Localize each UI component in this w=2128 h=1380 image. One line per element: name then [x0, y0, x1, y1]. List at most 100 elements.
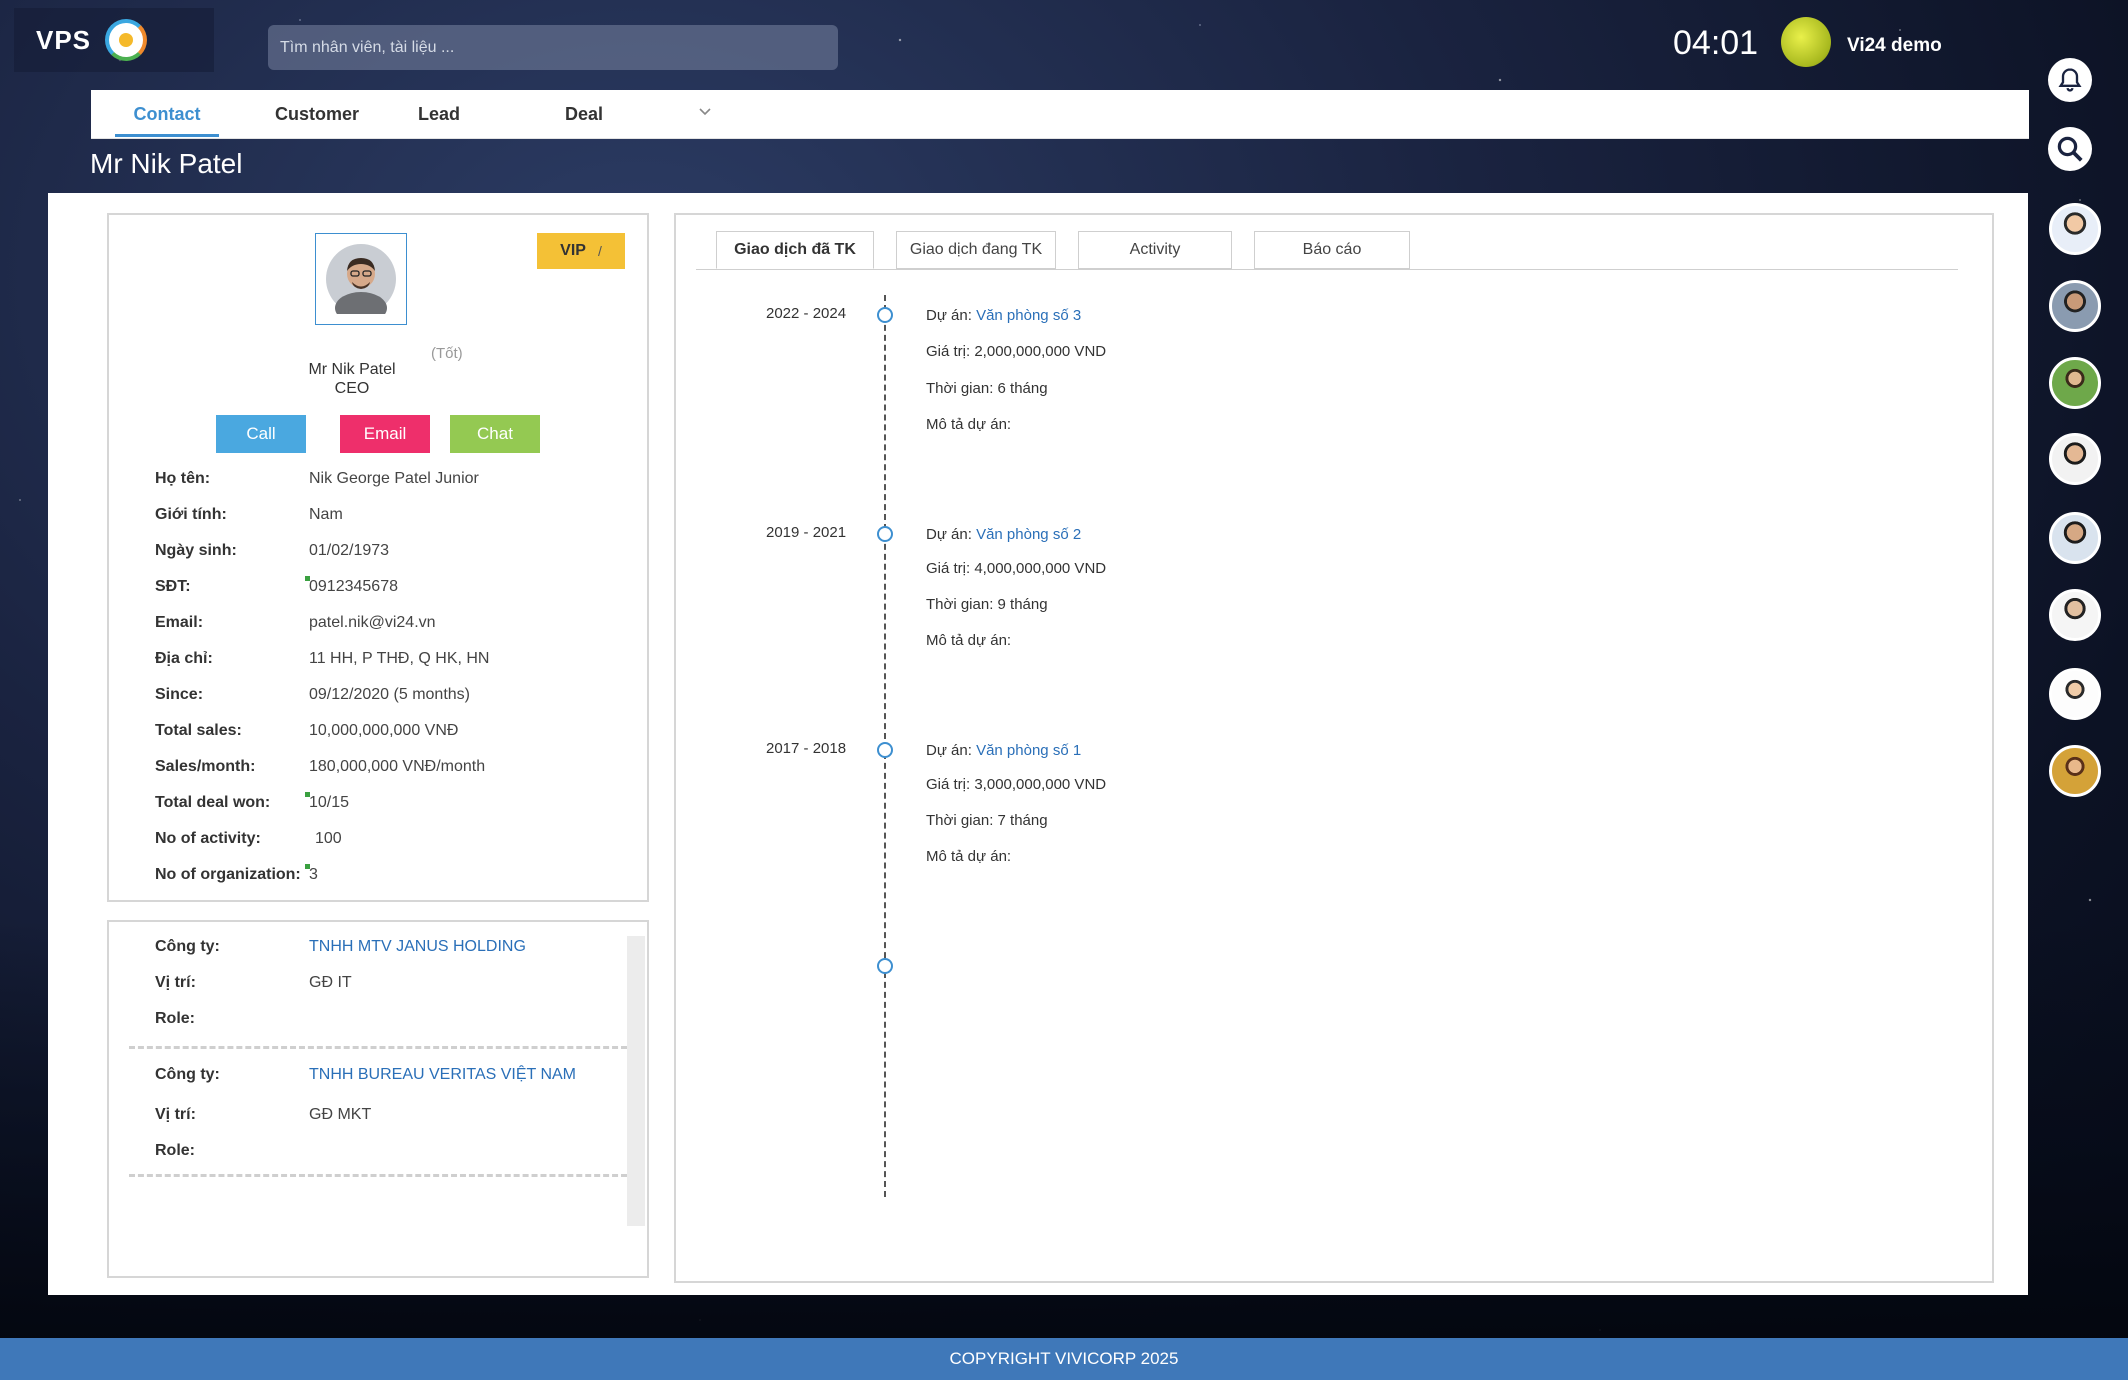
- timeline-value: Giá trị: 4,000,000,000 VND: [926, 560, 1107, 577]
- contact-avatar[interactable]: [2049, 280, 2101, 332]
- contact-avatar[interactable]: [2049, 512, 2101, 564]
- logo-text: VPS: [36, 24, 92, 55]
- user-avatar[interactable]: [1781, 17, 1831, 67]
- module-tabs: Contact Customer Lead Deal: [91, 90, 2029, 139]
- field-label: SĐT:: [155, 578, 191, 595]
- tab-label: Activity: [1129, 241, 1181, 258]
- field-value: 09/12/2020 (5 months): [309, 686, 470, 703]
- company-link[interactable]: TNHH BUREAU VERITAS VIỆT NAM: [309, 1066, 576, 1084]
- timeline-value: Giá trị: 2,000,000,000 VND: [926, 343, 1107, 360]
- app-logo[interactable]: VPS: [14, 8, 214, 72]
- timeline-duration: Thời gian: 9 tháng: [926, 596, 1048, 613]
- tab-label: Contact: [133, 104, 201, 124]
- timeline-dot: [877, 742, 893, 758]
- tab-completed-deals[interactable]: Giao dịch đã TK: [716, 231, 874, 269]
- project-link[interactable]: Văn phòng số 2: [976, 526, 1081, 543]
- vip-label: VIP: [560, 242, 586, 259]
- chevron-down-icon[interactable]: [695, 102, 715, 122]
- field-label: Họ tên:: [155, 470, 211, 487]
- edit-icon[interactable]: /: [598, 243, 602, 259]
- edit-marker: [305, 792, 310, 797]
- profile-photo[interactable]: [315, 233, 407, 325]
- field-label: Total deal won:: [155, 794, 271, 811]
- tab-lead[interactable]: Lead: [404, 90, 474, 139]
- main-content: VIP / (Tốt) Mr Nik Patel CEO Call Email …: [48, 193, 2028, 1295]
- logo-icon: [105, 19, 148, 61]
- tab-contact[interactable]: Contact: [115, 90, 219, 139]
- field-label: Since:: [155, 686, 204, 703]
- field-label: Công ty:: [155, 938, 220, 955]
- project-link[interactable]: Văn phòng số 1: [976, 742, 1081, 759]
- field-value: Nik George Patel Junior: [309, 470, 479, 487]
- field-label: No of activity:: [155, 830, 261, 847]
- field-label: No of organization:: [155, 866, 301, 883]
- field-value: 10,000,000,000 VNĐ: [309, 722, 459, 739]
- contact-avatar[interactable]: [2049, 203, 2101, 255]
- vip-badge[interactable]: VIP /: [537, 233, 625, 269]
- scrollbar[interactable]: [627, 936, 645, 1226]
- timeline-period: 2019 - 2021: [766, 524, 847, 541]
- field-label: Ngày sinh:: [155, 542, 237, 559]
- top-bar: VPS 04:01 Vi24 demo: [0, 0, 2128, 88]
- field-value: GĐ IT: [309, 974, 352, 991]
- field-label: Dự án:: [926, 742, 972, 759]
- contact-title: CEO: [334, 380, 370, 397]
- field-label: Sales/month:: [155, 758, 256, 775]
- timeline-project: Dự án: Văn phòng số 3: [926, 307, 1081, 324]
- email-button[interactable]: Email: [340, 415, 430, 453]
- footer: COPYRIGHT VIVICORP 2025: [0, 1338, 2128, 1380]
- divider: [129, 1174, 627, 1177]
- contact-name: Mr Nik Patel: [308, 361, 396, 378]
- tab-label: Giao dịch đã TK: [734, 241, 856, 258]
- contact-avatar[interactable]: [2049, 668, 2101, 720]
- timeline-description: Mô tả dự án:: [926, 416, 1012, 433]
- field-value: GĐ MKT: [309, 1106, 372, 1123]
- field-value: 180,000,000 VNĐ/month: [309, 758, 486, 775]
- tab-ongoing-deals[interactable]: Giao dịch đang TK: [896, 231, 1056, 269]
- company-link[interactable]: TNHH MTV JANUS HOLDING: [309, 938, 526, 956]
- field-label: Total sales:: [155, 722, 242, 739]
- edit-marker: [305, 864, 310, 869]
- user-name[interactable]: Vi24 demo: [1847, 35, 1942, 57]
- transaction-panel: Giao dịch đã TK Giao dịch đang TK Activi…: [674, 213, 1994, 1283]
- tab-customer[interactable]: Customer: [259, 90, 375, 139]
- divider: [129, 1046, 627, 1049]
- search-icon[interactable]: [2048, 127, 2092, 171]
- search-input[interactable]: [280, 38, 838, 57]
- email-label: Email: [363, 424, 407, 443]
- timeline-duration: Thời gian: 6 tháng: [926, 380, 1048, 397]
- contact-avatar[interactable]: [2049, 589, 2101, 641]
- field-label: Vị trí:: [155, 974, 196, 991]
- deal-won-value[interactable]: 10/15: [305, 792, 349, 812]
- bell-icon[interactable]: [2048, 58, 2092, 102]
- chat-button[interactable]: Chat: [450, 415, 540, 453]
- field-label: Role:: [155, 1142, 195, 1159]
- email-value[interactable]: patel.nik@vi24.vn: [309, 614, 436, 632]
- field-label: Role:: [155, 1010, 195, 1027]
- field-label: Công ty:: [155, 1066, 220, 1083]
- tab-label: Customer: [274, 104, 359, 124]
- tab-label: Giao dịch đang TK: [909, 241, 1043, 258]
- field-value: 01/02/1973: [309, 542, 390, 559]
- contact-avatar[interactable]: [2049, 433, 2101, 485]
- edit-marker: [305, 576, 310, 581]
- chat-label: Chat: [477, 424, 513, 443]
- contact-avatar[interactable]: [2049, 745, 2101, 797]
- rating-text: (Tốt): [431, 345, 463, 362]
- tab-activity[interactable]: Activity: [1078, 231, 1232, 269]
- clock: 04:01: [1673, 24, 1759, 62]
- timeline-description: Mô tả dự án:: [926, 848, 1012, 865]
- project-link[interactable]: Văn phòng số 3: [976, 307, 1081, 324]
- field-label: Dự án:: [926, 526, 972, 543]
- field-label: Vị trí:: [155, 1106, 196, 1123]
- tab-deal[interactable]: Deal: [548, 90, 620, 139]
- phone-value[interactable]: 0912345678: [305, 576, 398, 596]
- timeline-project: Dự án: Văn phòng số 1: [926, 742, 1081, 759]
- organization-count[interactable]: 3: [305, 864, 318, 884]
- contact-avatar[interactable]: [2049, 357, 2101, 409]
- field-label: Email:: [155, 614, 204, 631]
- call-button[interactable]: Call: [216, 415, 306, 453]
- tab-report[interactable]: Báo cáo: [1254, 231, 1410, 269]
- timeline-dot: [877, 958, 893, 974]
- global-search[interactable]: [268, 25, 838, 70]
